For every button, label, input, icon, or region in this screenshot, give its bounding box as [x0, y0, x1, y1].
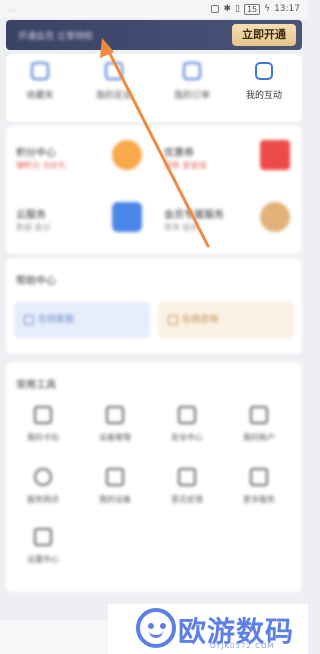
coins-icon: [112, 140, 142, 170]
logo-eye: [148, 623, 154, 629]
service-title: 云服务: [16, 210, 46, 221]
service-title: 优惠券: [164, 148, 194, 159]
online-service-button[interactable]: 在线客服: [14, 302, 150, 338]
tool-label: 更多服务: [243, 495, 275, 504]
service-coupons[interactable]: 优惠券 领券 更省钱: [156, 134, 296, 184]
feedback-icon: [178, 468, 196, 486]
gift-icon: [260, 202, 290, 232]
help-card: 帮助中心 在线客服 在线咨询: [6, 258, 302, 354]
wallet-icon: [34, 406, 52, 424]
quick-actions-card: 收藏夹 我的足迹 我的订单 我的互动: [6, 54, 302, 122]
status-bar: ... ✱ ▯ 15 ϟ 13:17: [0, 0, 308, 18]
device-icon: [106, 406, 124, 424]
notification-icon: [211, 5, 220, 13]
service-member[interactable]: 会员专属服务 尊享 服务: [156, 196, 296, 246]
tool-item[interactable]: 我的卡包: [18, 406, 68, 443]
service-points[interactable]: 积分中心 赚积分 兑好礼: [8, 134, 148, 184]
service-title: 积分中心: [16, 148, 56, 159]
folder-icon: [31, 62, 49, 80]
status-left: ...: [8, 4, 17, 14]
vip-open-button[interactable]: 立即开通: [232, 24, 296, 46]
tools-card: 常用工具 我的卡包 设备管理 安全中心 我的账户 服务网点 我的设备 意见反馈: [6, 362, 302, 592]
quick-action-interactions[interactable]: 我的互动: [234, 62, 294, 101]
quick-action-label: 我的订单: [173, 91, 210, 101]
vip-promo-text: 开通会员 立享特权: [18, 32, 93, 42]
tool-label: 安全中心: [171, 433, 203, 442]
shield-icon: [178, 406, 196, 424]
footprint-icon: [105, 62, 123, 80]
service-subtitle: 领券 更省钱: [164, 161, 207, 170]
tools-section-title: 常用工具: [16, 380, 56, 391]
account-icon: [250, 406, 268, 424]
tool-item[interactable]: 设置中心: [18, 528, 68, 565]
tool-label: 我的卡包: [27, 433, 59, 442]
tool-item[interactable]: 服务网点: [18, 468, 68, 505]
service-subtitle: 尊享 服务: [164, 223, 199, 232]
order-list-icon: [183, 62, 201, 80]
tool-item[interactable]: 我的设备: [90, 468, 140, 505]
coupon-icon: [260, 140, 290, 170]
phone-icon: [106, 468, 124, 486]
battery-icon: 15: [243, 3, 261, 15]
quick-action-label: 我的互动: [245, 91, 282, 101]
tool-label: 设备管理: [99, 433, 131, 442]
service-title: 会员专属服务: [164, 210, 224, 221]
status-time: 13:17: [274, 4, 300, 14]
headset-icon: [24, 315, 34, 325]
tool-label: 意见反馈: [171, 495, 203, 504]
tool-item[interactable]: 设备管理: [90, 406, 140, 443]
tool-item[interactable]: 安全中心: [162, 406, 212, 443]
cloud-icon: [112, 202, 142, 232]
tool-item[interactable]: 我的账户: [234, 406, 284, 443]
page-content: 开通会员 立享特权 立即开通 收藏夹 我的足迹 我的订单 我的互动 积分中心 赚…: [0, 18, 308, 654]
smiley-logo-icon: [136, 608, 176, 648]
tool-label: 我的账户: [243, 433, 275, 442]
logo-eye: [160, 623, 166, 629]
settings-icon: [34, 528, 52, 546]
quick-action-history[interactable]: 我的足迹: [84, 62, 144, 101]
vip-banner[interactable]: 开通会员 立享特权 立即开通: [6, 20, 302, 50]
watermark-url: OYJK0572.COM: [210, 642, 275, 650]
pill-label: 在线客服: [38, 315, 75, 325]
pill-label: 在线咨询: [182, 315, 219, 325]
status-icons: ✱ ▯ 15 ϟ 13:17: [211, 3, 300, 15]
quick-action-label: 收藏夹: [26, 91, 54, 101]
tool-label: 设置中心: [27, 555, 59, 564]
location-icon: [34, 468, 52, 486]
message-icon: [168, 315, 178, 325]
vibrate-icon: ▯: [234, 4, 240, 14]
service-cloud[interactable]: 云服务 数据 备份: [8, 196, 148, 246]
quick-action-orders[interactable]: 我的订单: [162, 62, 222, 101]
service-subtitle: 数据 备份: [16, 223, 51, 232]
tool-label: 服务网点: [27, 495, 59, 504]
watermark: 欧游数码 OYJK0572.COM: [108, 604, 308, 654]
tool-item[interactable]: 更多服务: [234, 468, 284, 505]
tool-item[interactable]: 意见反馈: [162, 468, 212, 505]
tool-label: 我的设备: [99, 495, 131, 504]
logo-mouth: [149, 630, 163, 638]
help-section-title: 帮助中心: [16, 276, 56, 287]
services-card: 积分中心 赚积分 兑好礼 优惠券 领券 更省钱 云服务 数据 备份 会员专属服务…: [6, 126, 302, 254]
charging-icon: ϟ: [264, 4, 271, 14]
chat-bubble-icon: [255, 62, 273, 80]
more-icon: [250, 468, 268, 486]
service-subtitle: 赚积分 兑好礼: [16, 161, 67, 170]
quick-action-label: 我的足迹: [95, 91, 132, 101]
quick-action-favorites[interactable]: 收藏夹: [10, 62, 70, 101]
bluetooth-icon: ✱: [223, 4, 231, 14]
online-consult-button[interactable]: 在线咨询: [158, 302, 294, 338]
